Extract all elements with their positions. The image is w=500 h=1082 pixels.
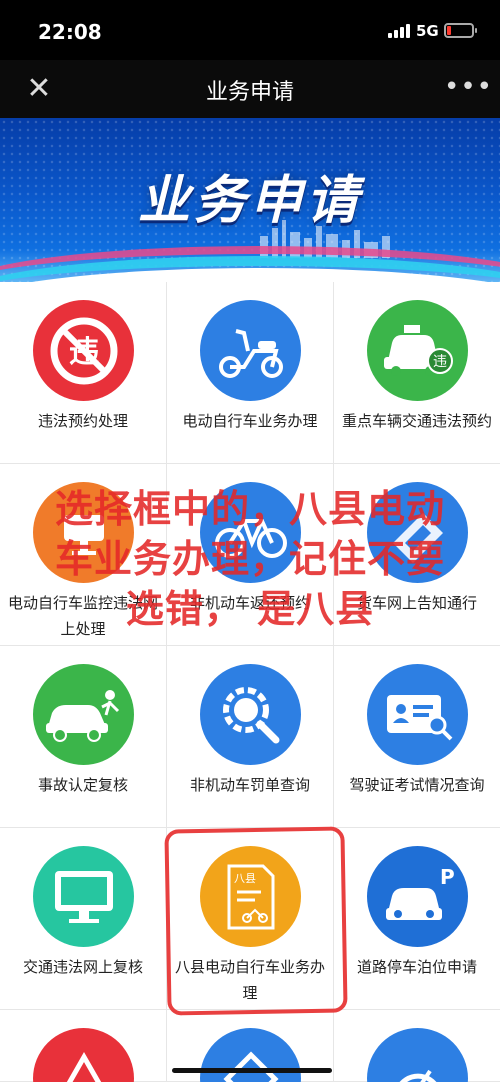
page-title: 业务申请 bbox=[205, 80, 294, 105]
svg-text:违: 违 bbox=[433, 354, 447, 370]
battery-icon bbox=[444, 23, 477, 38]
status-time: 22:08 bbox=[38, 20, 102, 44]
warning-icon bbox=[33, 1028, 134, 1082]
service-label: 交通违法网上复核 bbox=[22, 958, 143, 976]
service-label: 非机动车返还预约 bbox=[189, 594, 310, 612]
banner: 业务申请 bbox=[0, 118, 500, 282]
parking-car-icon: P bbox=[367, 846, 468, 947]
road-sign-icon bbox=[200, 1028, 301, 1082]
service-truck-notice[interactable]: 货车网上告知通行 bbox=[334, 464, 500, 646]
service-label: 重点车辆交通违法预约 bbox=[341, 412, 492, 430]
monitor-icon bbox=[33, 482, 134, 583]
service-label: 违法预约处理 bbox=[37, 412, 128, 430]
truck-pass-icon bbox=[367, 482, 468, 583]
taxi-violation-icon: 违 bbox=[367, 300, 468, 401]
gear-search-icon bbox=[200, 664, 301, 765]
service-e-bike[interactable]: 电动自行车业务办理 bbox=[167, 282, 334, 464]
parking-badge: P bbox=[440, 865, 455, 889]
network-type: 5G bbox=[416, 22, 439, 40]
home-indicator[interactable] bbox=[172, 1068, 332, 1073]
service-label: 非机动车罚单查询 bbox=[189, 776, 310, 794]
service-key-vehicle[interactable]: 违 重点车辆交通违法预约 bbox=[334, 282, 500, 464]
service-partial[interactable] bbox=[0, 1010, 167, 1082]
service-accident-review[interactable]: 事故认定复核 bbox=[0, 646, 167, 828]
service-non-motor-return[interactable]: 非机动车返还预约 bbox=[167, 464, 334, 646]
monitor-screen-icon bbox=[33, 846, 134, 947]
bicycle-icon bbox=[200, 482, 301, 583]
service-label: 驾驶证考试情况查询 bbox=[349, 776, 485, 794]
more-menu-icon[interactable]: ••• bbox=[444, 72, 493, 102]
violation-icon: 违 bbox=[33, 300, 134, 401]
service-label: 货车网上告知通行 bbox=[356, 594, 477, 612]
service-violation-appointment[interactable]: 违 违法预约处理 bbox=[0, 282, 167, 464]
service-label: 事故认定复核 bbox=[37, 776, 128, 794]
accident-car-icon bbox=[33, 664, 134, 765]
service-e-bike-monitor[interactable]: 电动自行车监控违法网上处理 bbox=[0, 464, 167, 646]
service-non-motor-ticket[interactable]: 非机动车罚单查询 bbox=[167, 646, 334, 828]
service-parking-apply[interactable]: P 道路停车泊位申请 bbox=[334, 828, 500, 1010]
service-label: 道路停车泊位申请 bbox=[356, 958, 477, 976]
highlight-frame bbox=[164, 826, 348, 1016]
service-label: 电动自行车监控违法网上处理 bbox=[7, 594, 158, 638]
svg-text:违: 违 bbox=[69, 335, 99, 370]
navigation-bar: ✕ 业务申请 ••• bbox=[0, 60, 500, 118]
service-partial[interactable] bbox=[334, 1010, 500, 1082]
service-online-review[interactable]: 交通违法网上复核 bbox=[0, 828, 167, 1010]
service-label: 电动自行车业务办理 bbox=[182, 412, 318, 430]
speedometer-icon bbox=[367, 1028, 468, 1082]
id-card-search-icon bbox=[367, 664, 468, 765]
signal-icon bbox=[388, 24, 410, 38]
status-bar: 22:08 5G bbox=[0, 0, 500, 60]
service-license-exam[interactable]: 驾驶证考试情况查询 bbox=[334, 646, 500, 828]
banner-title: 业务申请 bbox=[137, 171, 362, 231]
e-scooter-icon bbox=[200, 300, 301, 401]
